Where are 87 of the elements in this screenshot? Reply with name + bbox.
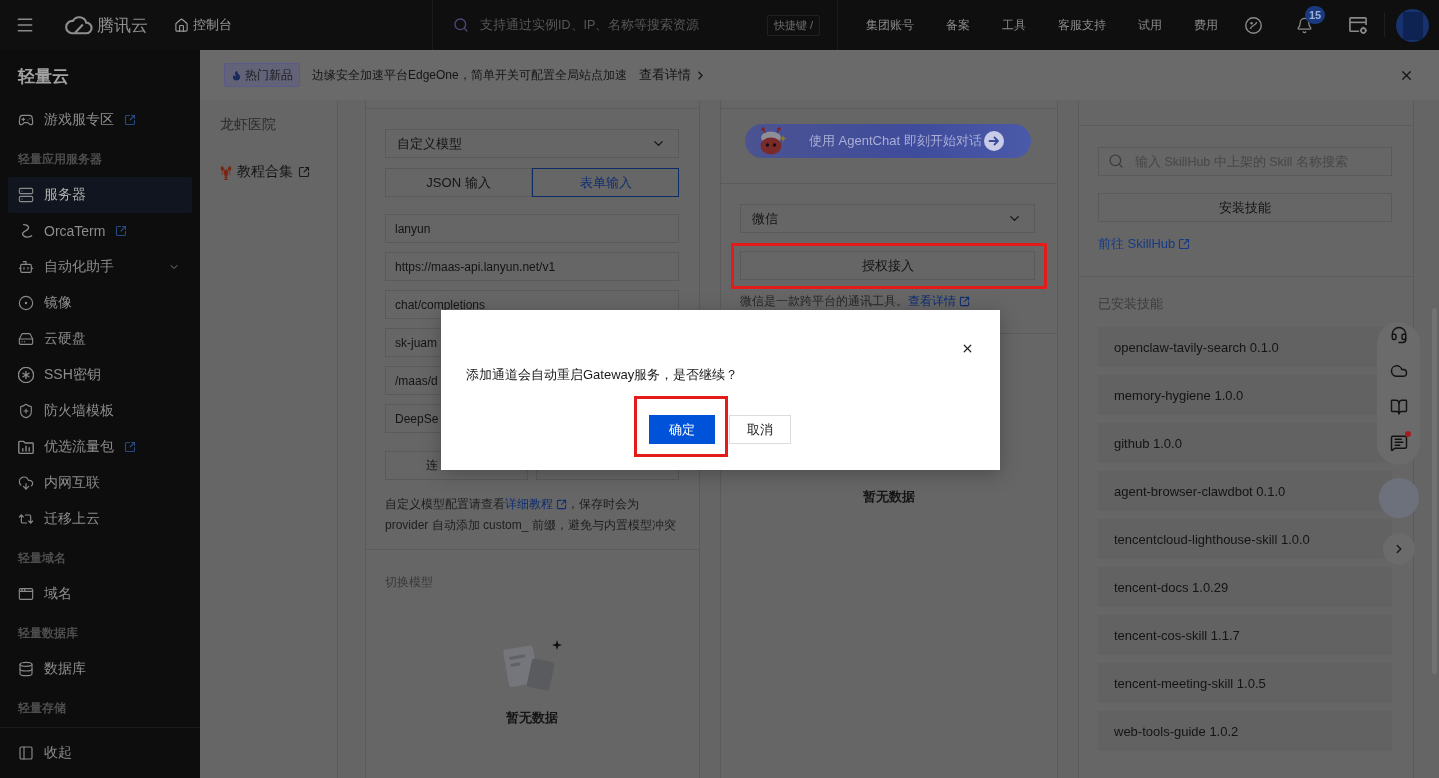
chat-icon[interactable] (1389, 434, 1408, 452)
sidebar-item[interactable]: OrcaTerm (8, 213, 192, 249)
nav-link[interactable]: 备案 (946, 16, 970, 34)
sidebar-item[interactable]: 游戏服专区 (8, 102, 192, 138)
circle-swirl-icon[interactable] (1245, 16, 1262, 34)
shortcut-hint: 快捷键 / (766, 14, 820, 36)
lobster-icon (220, 164, 232, 180)
skill-item: tencent-docs 1.0.29 (1098, 567, 1392, 607)
menu-icon[interactable] (15, 15, 35, 35)
sidebar-item[interactable]: 优选流量包 (8, 429, 192, 465)
help-text: 自定义模型配置请查看详细教程 ，保存时会为 provider 自动添加 custom_ 前缀，避免与内置模型冲突 (385, 494, 679, 536)
flame-icon (231, 69, 242, 81)
window-icon (18, 586, 34, 602)
external-link-icon (556, 499, 567, 510)
channel-select[interactable]: 微信 (740, 204, 1035, 233)
external-link-icon (959, 295, 970, 307)
empty-text: 暂无数据 (506, 710, 558, 726)
section-label: 轻量存储 (17, 700, 67, 717)
nav-link[interactable]: 集团账号 (866, 16, 914, 34)
cancel-button[interactable]: 取消 (729, 415, 791, 444)
sidebar-item[interactable]: SSH密钥 (8, 357, 192, 393)
skill-item: web-tools-guide 1.0.2 (1098, 711, 1392, 751)
nav-link[interactable]: 客服支持 (1058, 16, 1106, 34)
sidebar-item[interactable]: 自动化助手 (8, 249, 192, 285)
sidebar-item[interactable]: 防火墙模板 (8, 393, 192, 429)
banner-text: 边缘安全加速平台EdgeOne，简单开关可配置全局站点加速 (312, 66, 627, 84)
sidebar-item[interactable]: 镜像 (8, 285, 192, 321)
skill-item: agent-browser-clawdbot 0.1.0 (1098, 471, 1392, 511)
tag-text: 热门新品 (245, 66, 293, 84)
empty-text: 暂无数据 (862, 489, 915, 505)
external-link-icon (298, 166, 310, 178)
arrow-circle-icon (984, 131, 1004, 151)
external-link-icon (1178, 238, 1191, 250)
section-label: 轻量应用服务器 (17, 151, 103, 168)
close-icon[interactable] (961, 342, 974, 355)
logo-link[interactable]: 腾讯云 (65, 13, 148, 37)
window-gear-icon[interactable] (1349, 16, 1367, 34)
robot-icon (18, 259, 34, 275)
shield-icon (18, 403, 34, 419)
model-select[interactable]: 自定义模型 (385, 129, 679, 158)
repeat-arrows-icon (18, 511, 34, 527)
search-field[interactable]: 支持通过实例ID、IP、名称等搜索资源 (480, 16, 730, 34)
authorize-button[interactable]: 授权接入 (740, 251, 1035, 280)
sidebar-item[interactable]: 云硬盘 (8, 321, 192, 357)
cloud-icon[interactable] (1389, 362, 1408, 380)
skill-item: tencentcloud-lighthouse-skill 1.0.0 (1098, 519, 1392, 559)
drive-icon (18, 331, 34, 347)
nav-link[interactable]: 试用 (1138, 16, 1162, 34)
disc-icon (18, 295, 34, 311)
text-field[interactable]: https://maas-api.lanyun.net/v1 (385, 252, 679, 281)
sidebar-item[interactable]: 域名 (8, 576, 192, 612)
nav-link[interactable]: 工具 (1002, 16, 1026, 34)
cloud-icon (65, 15, 93, 35)
sidebar-title: 轻量云 (16, 65, 70, 88)
text-field[interactable]: lanyun (385, 214, 679, 243)
notification-badge: 15 (1305, 5, 1326, 24)
mode-tab[interactable]: JSON 输入 (385, 168, 532, 197)
external-link-icon (124, 441, 136, 453)
search-icon (1108, 153, 1124, 169)
server-icon (18, 187, 34, 203)
sidebar-item[interactable]: 数据库 (8, 651, 192, 687)
subnav-link[interactable]: 教程合集 (220, 164, 310, 180)
external-link-icon (124, 114, 136, 126)
panel-icon (18, 745, 34, 761)
agentchat-button[interactable]: 使用 AgentChat 即刻开始对话 (745, 124, 1031, 158)
folder-chart-icon (18, 439, 34, 455)
external-link-icon (115, 225, 128, 237)
home-icon (174, 17, 189, 33)
sidebar-item[interactable]: 内网互联 (8, 465, 192, 501)
nav-link[interactable]: 费用 (1194, 16, 1218, 34)
confirm-button[interactable]: 确定 (649, 415, 715, 444)
sidebar-item[interactable]: 迁移上云 (8, 501, 192, 537)
details-link[interactable]: 查看详情 (638, 66, 707, 84)
cloud-download-icon (18, 475, 34, 491)
install-button[interactable]: 安装技能 (1098, 193, 1392, 222)
database-icon (18, 661, 34, 677)
gamepad-icon (18, 112, 34, 128)
skill-item: tencent-cos-skill 1.1.7 (1098, 615, 1392, 655)
dialog-message: 添加通道会自动重启Gateway服务，是否继续？ (466, 367, 740, 383)
headset-icon[interactable] (1389, 326, 1408, 344)
search-icon (453, 17, 469, 33)
console-link[interactable]: 控制台 (174, 16, 232, 34)
skill-item: tencent-meeting-skill 1.0.5 (1098, 663, 1392, 703)
section-label: 轻量域名 (17, 550, 67, 567)
sidebar-item[interactable]: 服务器 (8, 177, 192, 213)
section-label: 轻量数据库 (17, 625, 79, 642)
book-icon[interactable] (1389, 398, 1408, 416)
